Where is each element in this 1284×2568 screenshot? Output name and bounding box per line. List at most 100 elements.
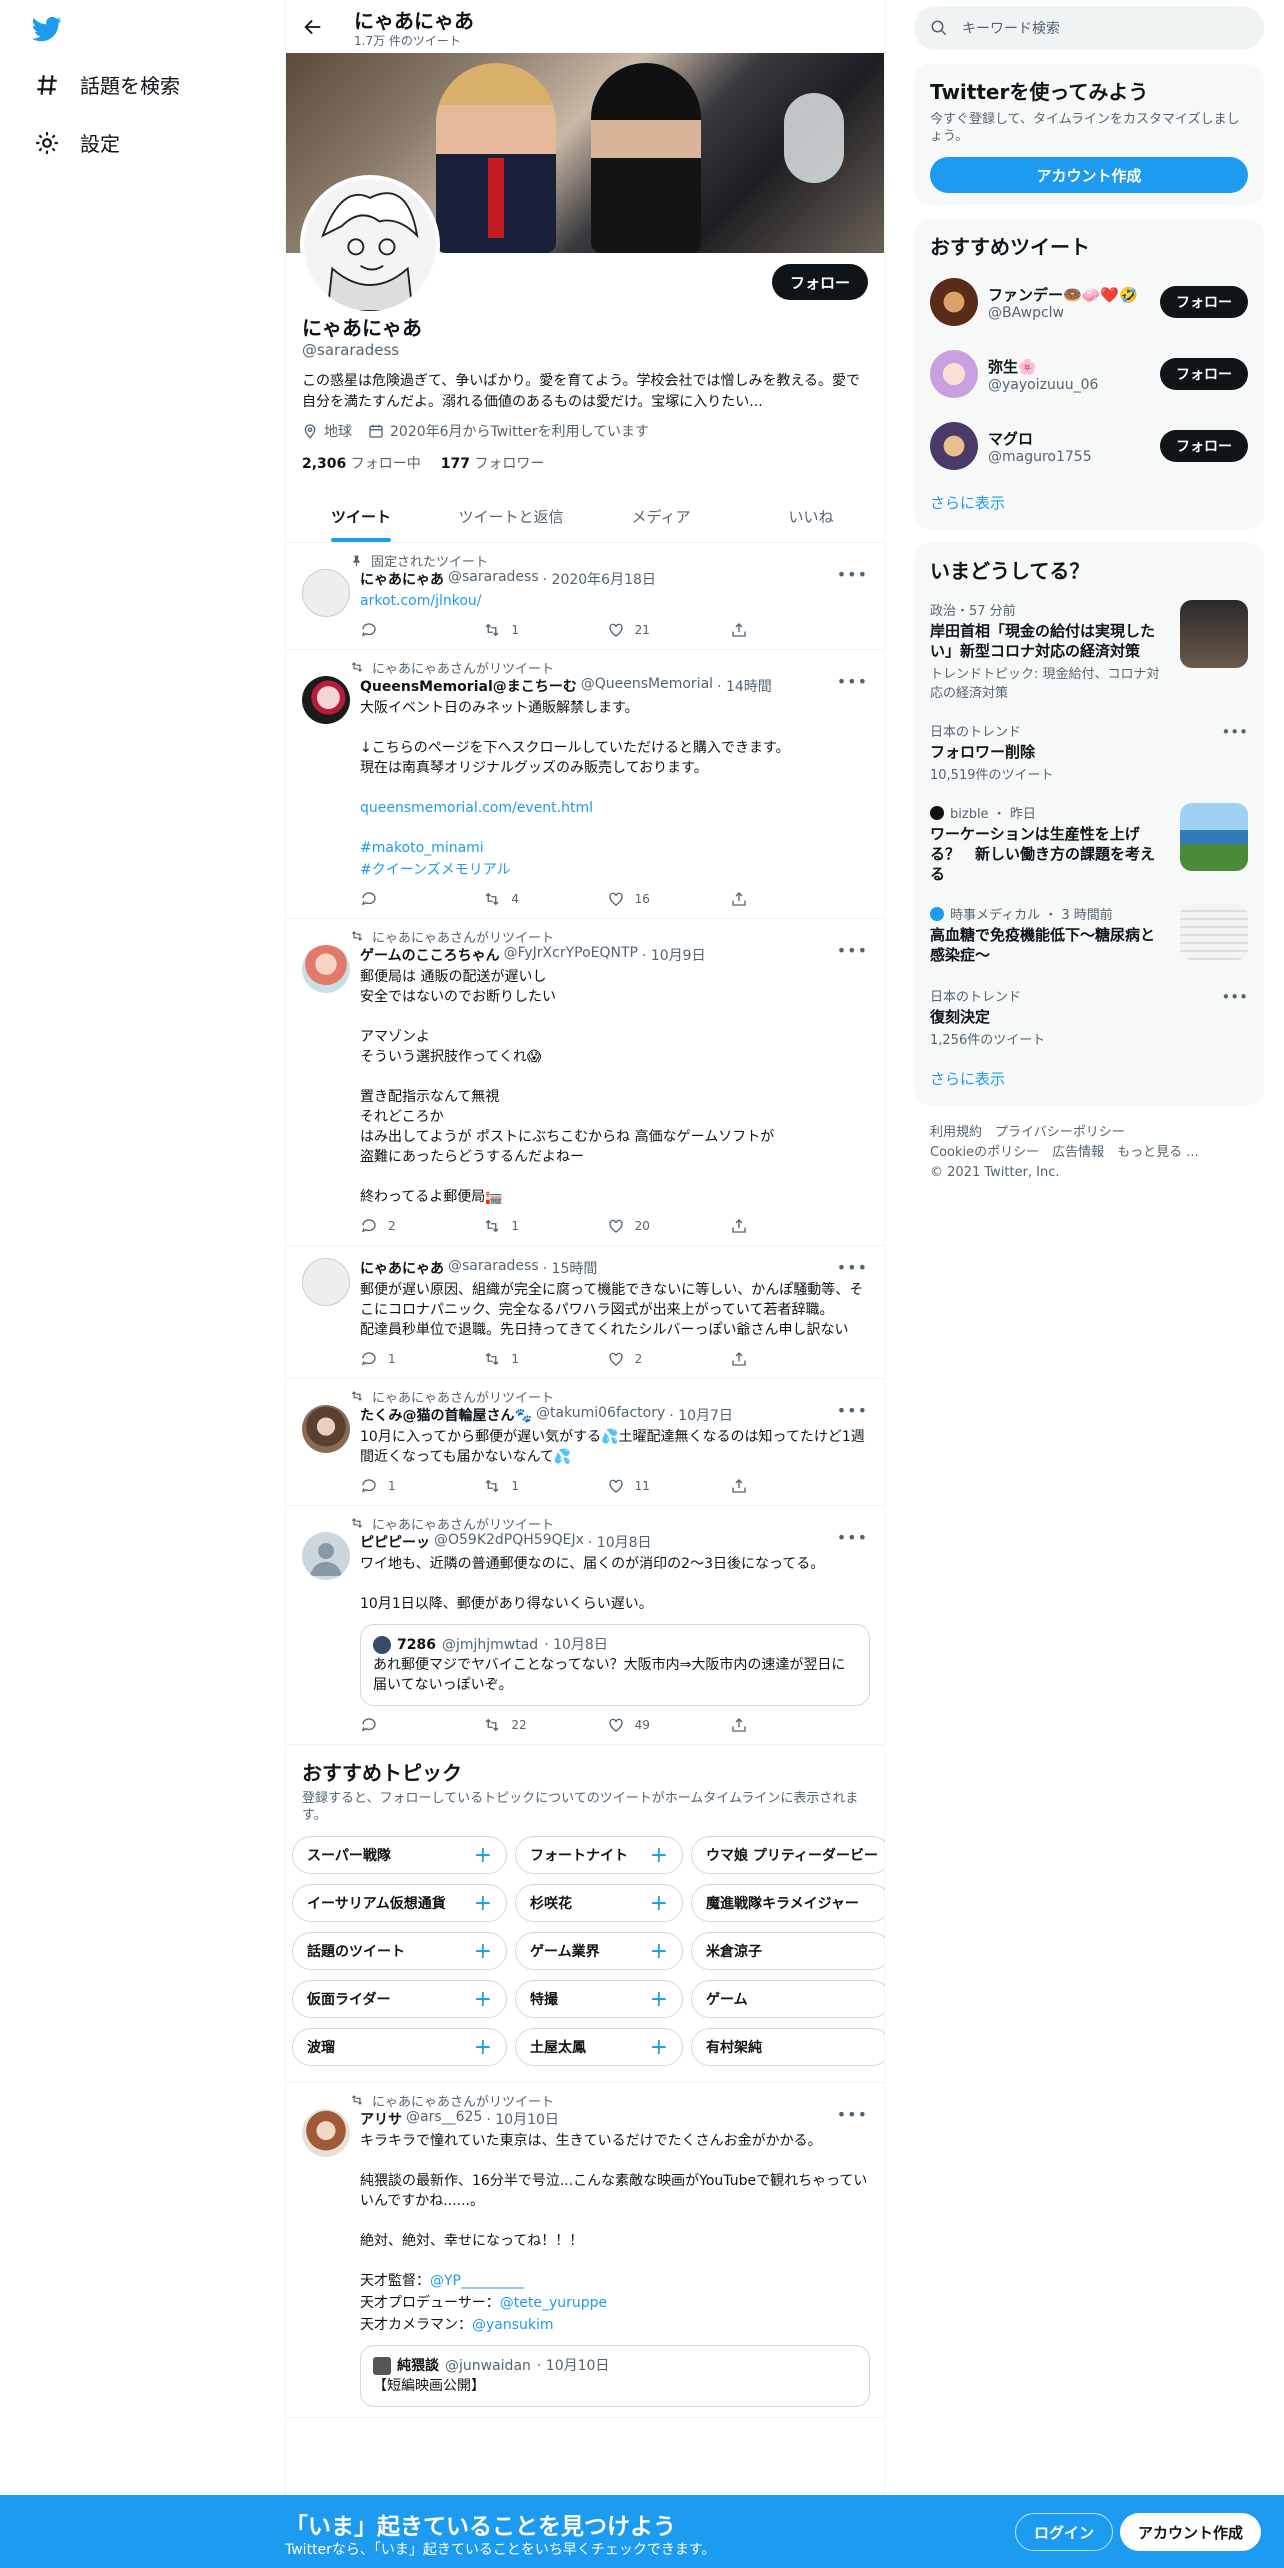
retweet-button[interactable]: 1: [483, 1217, 543, 1235]
topic-chip[interactable]: ゲーム業界 +: [515, 1932, 683, 1970]
tweet[interactable]: にゃあにゃあさんがリツイート ピピピーッ @O59K2dPQH59QEJx · 10…: [286, 1506, 884, 1745]
retweet-button[interactable]: 1: [483, 1350, 543, 1368]
tweet[interactable]: 固定されたツイート にゃあにゃあ @sararadess · 2020年6月18日 …: [286, 543, 884, 650]
suggested-user[interactable]: ファンデー🍩🧼❤️🤣 @BAwpclw フォロー: [930, 266, 1248, 338]
login-button[interactable]: ログイン: [1015, 2513, 1114, 2551]
avatar[interactable]: [302, 569, 350, 617]
more-options-icon[interactable]: •••: [837, 1258, 868, 1277]
like-button[interactable]: 20: [607, 1217, 667, 1235]
avatar[interactable]: [302, 1405, 350, 1453]
topic-chip[interactable]: 仮面ライダー +: [292, 1980, 507, 2018]
trend-item[interactable]: 時事メディカル ・ 3 時間前 高血糖で免疫機能低下～糖尿病と感染症～: [930, 894, 1248, 976]
footer-line[interactable]: Cookieのポリシー 広告情報 もっと見る ...: [930, 1143, 1248, 1163]
avatar[interactable]: [302, 2109, 350, 2157]
tweet-author-name[interactable]: ピピピーッ: [360, 1532, 430, 1552]
topic-chip[interactable]: スーパー戦隊 +: [292, 1836, 507, 1874]
tweet[interactable]: にゃあにゃあさんがリツイート アリサ @ars__625 · 10月10日 キラキラ…: [286, 2083, 884, 2418]
tweet-author-name[interactable]: ゲームのこころちゃん: [360, 945, 500, 965]
follow-button[interactable]: フォロー: [771, 264, 868, 300]
share-button[interactable]: [730, 1217, 790, 1235]
topic-chip[interactable]: ゲーム: [691, 1980, 884, 2018]
retweet-button[interactable]: 1: [483, 1477, 543, 1495]
more-options-icon[interactable]: •••: [1221, 723, 1248, 741]
topic-chip[interactable]: 話題のツイート +: [292, 1932, 507, 1970]
topic-chip[interactable]: ウマ娘 プリティーダービー: [691, 1836, 884, 1874]
reply-button[interactable]: 1: [360, 1477, 420, 1495]
more-options-icon[interactable]: •••: [1221, 988, 1248, 1006]
mention-link[interactable]: @yansukim: [472, 2317, 554, 2333]
mention-link[interactable]: @YP_________: [430, 2273, 524, 2289]
search-input[interactable]: キーワード検索: [962, 18, 1060, 38]
tweet[interactable]: にゃあにゃあさんがリツイート QueensMemorial@まこちーむ @Quee…: [286, 650, 884, 919]
tab-likes[interactable]: いいね: [736, 490, 884, 542]
share-button[interactable]: [730, 621, 790, 639]
topic-chip[interactable]: 杉咲花 +: [515, 1884, 683, 1922]
create-account-button[interactable]: アカウント作成: [930, 157, 1248, 193]
tab-tweets-replies[interactable]: ツイートと返信: [436, 490, 586, 542]
more-options-icon[interactable]: •••: [837, 565, 868, 584]
tweet[interactable]: にゃあにゃあさんがリツイート たくみ@猫の首輪屋さん🐾 @takumi06fact…: [286, 1379, 884, 1506]
back-arrow-icon[interactable]: [302, 16, 324, 38]
nav-explore[interactable]: 話題を検索: [34, 70, 180, 99]
tweet-link[interactable]: arkot.com/jlnkou/: [360, 593, 481, 609]
footer-line[interactable]: 利用規約 プライバシーポリシー: [930, 1123, 1248, 1143]
show-more-link[interactable]: さらに表示: [930, 1058, 1248, 1093]
reply-button[interactable]: 2: [360, 1217, 420, 1235]
more-options-icon[interactable]: •••: [837, 1528, 868, 1547]
quoted-tweet[interactable]: 7286 @jmjhjmwtad · 10月8日 あれ郵便マジでヤバイことなってない…: [360, 1624, 870, 1706]
tweet[interactable]: にゃあにゃあ @sararadess · 15時間 郵便が遅い原因、組織が完全に腐っ…: [286, 1246, 884, 1379]
retweet-button[interactable]: 4: [483, 890, 543, 908]
hashtag-link[interactable]: #makoto_minami: [360, 840, 484, 856]
reply-button[interactable]: [360, 621, 420, 639]
show-more-link[interactable]: さらに表示: [930, 482, 1248, 517]
topic-chip[interactable]: イーサリアム仮想通貨 +: [292, 1884, 507, 1922]
follow-button[interactable]: フォロー: [1160, 358, 1248, 390]
topic-chip[interactable]: フォートナイト +: [515, 1836, 683, 1874]
topic-chip[interactable]: 波瑠 +: [292, 2028, 507, 2066]
topic-chip[interactable]: 魔進戦隊キラメイジャー: [691, 1884, 884, 1922]
topic-chip[interactable]: 有村架純: [691, 2028, 884, 2066]
profile-avatar[interactable]: [300, 175, 440, 315]
share-button[interactable]: [730, 1350, 790, 1368]
twitter-logo-icon[interactable]: [30, 14, 64, 44]
tab-tweets[interactable]: ツイート: [286, 490, 436, 542]
like-button[interactable]: 2: [607, 1350, 667, 1368]
reply-button[interactable]: [360, 890, 420, 908]
tweet-link[interactable]: queensmemorial.com/event.html: [360, 800, 593, 816]
like-button[interactable]: 11: [607, 1477, 667, 1495]
follow-button[interactable]: フォロー: [1160, 286, 1248, 318]
nav-settings[interactable]: 設定: [34, 128, 120, 157]
following-link[interactable]: 2,306 フォロー中: [302, 453, 421, 473]
trend-item[interactable]: bizble ・ 昨日 ワーケーションは生産性を上げる？ 新しい働き方の課題を考…: [930, 793, 1248, 894]
topic-chip[interactable]: 土屋太鳳 +: [515, 2028, 683, 2066]
share-button[interactable]: [730, 1716, 790, 1734]
reply-button[interactable]: [360, 1716, 420, 1734]
like-button[interactable]: 21: [607, 621, 667, 639]
more-options-icon[interactable]: •••: [837, 672, 868, 691]
tab-media[interactable]: メディア: [586, 490, 736, 542]
trend-item[interactable]: 日本のトレンド 復刻決定 1,256件のツイート •••: [930, 976, 1248, 1058]
avatar[interactable]: [930, 422, 978, 470]
tweet-author-name[interactable]: にゃあにゃあ: [360, 1258, 444, 1278]
suggested-user[interactable]: 弥生🌸 @yayoizuuu_06 フォロー: [930, 338, 1248, 410]
signup-button[interactable]: アカウント作成: [1120, 2513, 1262, 2551]
quoted-tweet[interactable]: 純猥談 @junwaidan · 10月10日 【短編映画公開】: [360, 2345, 870, 2407]
avatar[interactable]: [302, 945, 350, 993]
topic-chip[interactable]: 米倉涼子: [691, 1932, 884, 1970]
trend-item[interactable]: 政治・57 分前 岸田首相「現金の給付は実現したい」新型コロナ対応の経済対策 ト…: [930, 590, 1248, 711]
retweet-button[interactable]: 1: [483, 621, 543, 639]
hashtag-link[interactable]: #クイーンズメモリアル: [360, 862, 511, 878]
trend-item[interactable]: 日本のトレンド フォロワー削除 10,519件のツイート •••: [930, 711, 1248, 793]
avatar[interactable]: [930, 278, 978, 326]
default-avatar-icon[interactable]: [302, 1532, 350, 1580]
tweet-author-name[interactable]: たくみ@猫の首輪屋さん🐾: [360, 1405, 532, 1425]
avatar[interactable]: [302, 676, 350, 724]
tweet-author-name[interactable]: アリサ: [360, 2109, 402, 2129]
tweet[interactable]: にゃあにゃあさんがリツイート ゲームのこころちゃん @FyJrXcrYPoEQNT…: [286, 919, 884, 1246]
more-options-icon[interactable]: •••: [837, 941, 868, 960]
share-button[interactable]: [730, 890, 790, 908]
reply-button[interactable]: 1: [360, 1350, 420, 1368]
tweet-author-name[interactable]: にゃあにゃあ: [360, 569, 444, 589]
suggested-user[interactable]: マグロ @maguro1755 フォロー: [930, 410, 1248, 482]
share-button[interactable]: [730, 1477, 790, 1495]
